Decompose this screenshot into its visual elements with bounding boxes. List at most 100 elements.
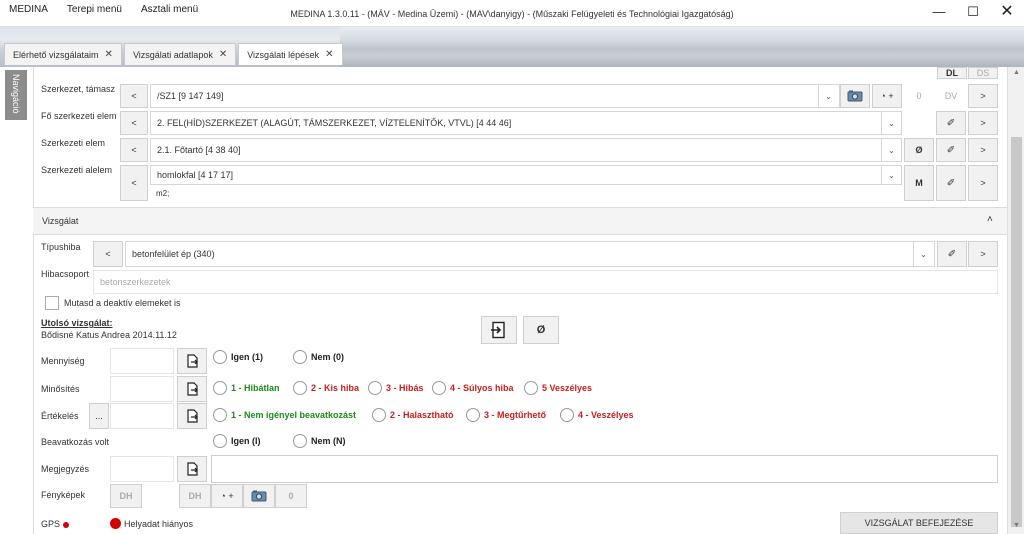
eraser-button[interactable]: ✐ xyxy=(937,241,967,267)
copy-arrow-icon xyxy=(491,321,505,339)
radio-label: 5 Veszélyes xyxy=(542,383,593,393)
evaluation-copy-button[interactable] xyxy=(177,403,207,429)
error-group-value: betonszerkezetek xyxy=(100,277,171,287)
sub-element-field[interactable]: homlokfal [4 17 17] xyxy=(150,165,902,185)
evaluation-2-radio[interactable]: 2 - Halasztható xyxy=(372,408,454,422)
photos-add-button[interactable]: ◔ + xyxy=(211,484,243,508)
quality-field[interactable] xyxy=(110,376,174,402)
eraser-icon: ✐ xyxy=(946,117,956,129)
main-element-prev-button[interactable]: < xyxy=(120,111,148,135)
quantity-field[interactable] xyxy=(110,348,174,374)
tab-vizsgalati-lepesek[interactable]: Vizsgálati lépések ✕ xyxy=(238,43,343,65)
photos-dh-button[interactable]: DH xyxy=(110,484,142,508)
scrollbar-thumb[interactable] xyxy=(1011,137,1022,527)
camera-button[interactable] xyxy=(840,84,870,108)
copy-previous-button[interactable] xyxy=(481,316,517,344)
quality-5-radio[interactable]: 5 Veszélyes xyxy=(524,381,592,395)
structure-support-next-button[interactable]: > xyxy=(968,84,998,108)
close-window-button[interactable]: ✕ xyxy=(990,0,1024,26)
evaluation-field[interactable] xyxy=(110,403,174,429)
photos-camera-button[interactable] xyxy=(243,484,275,508)
quantity-no-radio[interactable]: Nem (0) xyxy=(293,350,344,364)
element-null-button[interactable]: Ø xyxy=(904,138,934,162)
sub-element-label: Szerkezeti alelem xyxy=(41,165,113,175)
scroll-up-arrow[interactable]: ▲ xyxy=(1008,69,1024,76)
note-copy-button[interactable] xyxy=(177,456,207,482)
close-tab-icon[interactable]: ✕ xyxy=(325,49,333,60)
quality-3-radio[interactable]: 3 - Hibás xyxy=(368,381,424,395)
sub-element-prev-button[interactable]: < xyxy=(120,165,148,201)
add-photo-button[interactable]: ◔ + xyxy=(872,84,902,108)
dl-button[interactable]: DL xyxy=(937,67,967,79)
quality-2-radio[interactable]: 2 - Kis hiba xyxy=(293,381,359,395)
vertical-scrollbar[interactable]: ▲ ▼ xyxy=(1007,67,1024,534)
type-error-next-button[interactable]: > xyxy=(968,241,998,267)
clear-button[interactable]: Ø xyxy=(523,316,559,344)
finish-inspection-button[interactable]: VIZSGÁLAT BEFEJEZÉSE xyxy=(840,512,998,534)
chevron-down-icon[interactable]: ⌄ xyxy=(881,139,901,161)
eraser-icon: ✐ xyxy=(946,144,956,156)
last-inspection-value: Bődisné Katus Andrea 2014.11.12 xyxy=(41,330,177,340)
close-tab-icon[interactable]: ✕ xyxy=(219,49,227,60)
main-element-field[interactable]: 2. FEL(HÍD)SZERKEZET (ALAGÚT, TÁMSZERKEZ… xyxy=(150,111,902,135)
evaluation-browse-button[interactable]: ... xyxy=(89,403,109,429)
tab-vizsgalati-adatlapok[interactable]: Vizsgálati adatlapok ✕ xyxy=(123,43,237,65)
chevron-down-icon[interactable]: ⌄ xyxy=(881,166,901,184)
camera-icon xyxy=(251,490,267,502)
eraser-button[interactable]: ✐ xyxy=(936,138,966,162)
quantity-yes-radio[interactable]: Igen (1) xyxy=(213,350,263,364)
intervention-no-radio[interactable]: Nem (N) xyxy=(293,434,346,448)
maximize-button[interactable]: ☐ xyxy=(956,0,990,26)
structure-support-label: Szerkezet, támasz xyxy=(41,84,116,94)
error-group-label: Hibacsoport xyxy=(41,269,90,279)
inspection-section-header[interactable]: Vizsgálat ˄ xyxy=(33,207,1007,235)
ds-button[interactable]: DS xyxy=(968,67,998,79)
unit-text: m2; xyxy=(156,189,170,198)
quality-1-radio[interactable]: 1 - Hibátlan xyxy=(213,381,280,395)
evaluation-3-radio[interactable]: 3 - Megtűrhető xyxy=(466,408,546,422)
navigation-label: Navigáció xyxy=(11,74,21,114)
scroll-down-arrow[interactable]: ▼ xyxy=(1008,522,1024,529)
tab-label: Vizsgálati lépések xyxy=(247,49,320,60)
copy-doc-icon xyxy=(187,409,198,423)
quality-copy-button[interactable] xyxy=(177,376,207,402)
element-next-button[interactable]: > xyxy=(968,138,998,162)
intervention-yes-radio[interactable]: Igen (I) xyxy=(213,434,261,448)
copy-doc-icon xyxy=(187,382,198,396)
evaluation-4-radio[interactable]: 4 - Veszélyes xyxy=(560,408,634,422)
radio-label: Nem (N) xyxy=(311,436,346,446)
radio-label: 1 - Nem igényel beavatkozást xyxy=(231,410,357,420)
structure-support-prev-button[interactable]: < xyxy=(120,84,148,108)
error-group-field: betonszerkezetek xyxy=(93,270,998,294)
note-textarea[interactable] xyxy=(211,455,998,483)
tab-elerheto-vizsgalataim[interactable]: Elérhető vizsgálataim ✕ xyxy=(4,43,122,65)
close-tab-icon[interactable]: ✕ xyxy=(105,49,113,60)
evaluation-1-radio[interactable]: 1 - Nem igényel beavatkozást xyxy=(213,408,356,422)
element-field[interactable]: 2.1. Főtartó [4 38 40] xyxy=(150,138,902,162)
quality-4-radio[interactable]: 4 - Súlyos hiba xyxy=(432,381,514,395)
type-error-prev-button[interactable]: < xyxy=(93,241,123,267)
chevron-down-icon[interactable]: ⌄ xyxy=(913,242,933,266)
structure-support-field[interactable]: /SZ1 [9 147 149] xyxy=(150,84,840,108)
element-prev-button[interactable]: < xyxy=(120,138,148,162)
quantity-copy-button[interactable] xyxy=(177,348,207,374)
photos-dh2-button[interactable]: DH xyxy=(179,484,211,508)
collapse-icon[interactable]: ˄ xyxy=(987,214,993,225)
tab-label: Elérhető vizsgálataim xyxy=(13,49,99,60)
note-code-field[interactable] xyxy=(110,456,174,482)
eraser-button[interactable]: ✐ xyxy=(936,111,966,135)
chevron-down-icon[interactable]: ⌄ xyxy=(818,85,838,107)
main-element-next-button[interactable]: > xyxy=(968,111,998,135)
last-inspection-label: Utolsó vizsgálat: xyxy=(41,318,113,328)
type-error-field[interactable]: betonfelület ép (340) xyxy=(125,241,935,267)
chevron-down-icon[interactable]: ⌄ xyxy=(881,112,901,134)
show-inactive-checkbox[interactable] xyxy=(45,296,59,310)
element-value: 2.1. Főtartó [4 38 40] xyxy=(157,145,241,155)
eraser-button[interactable]: ✐ xyxy=(936,165,966,201)
sub-element-m-button[interactable]: M xyxy=(904,165,934,201)
minimize-button[interactable]: — xyxy=(922,0,956,26)
type-error-value: betonfelület ép (340) xyxy=(132,249,215,259)
navigation-side-tab[interactable]: Navigáció xyxy=(5,70,27,120)
dv-button[interactable]: DV xyxy=(936,84,966,108)
sub-element-next-button[interactable]: > xyxy=(968,165,998,201)
